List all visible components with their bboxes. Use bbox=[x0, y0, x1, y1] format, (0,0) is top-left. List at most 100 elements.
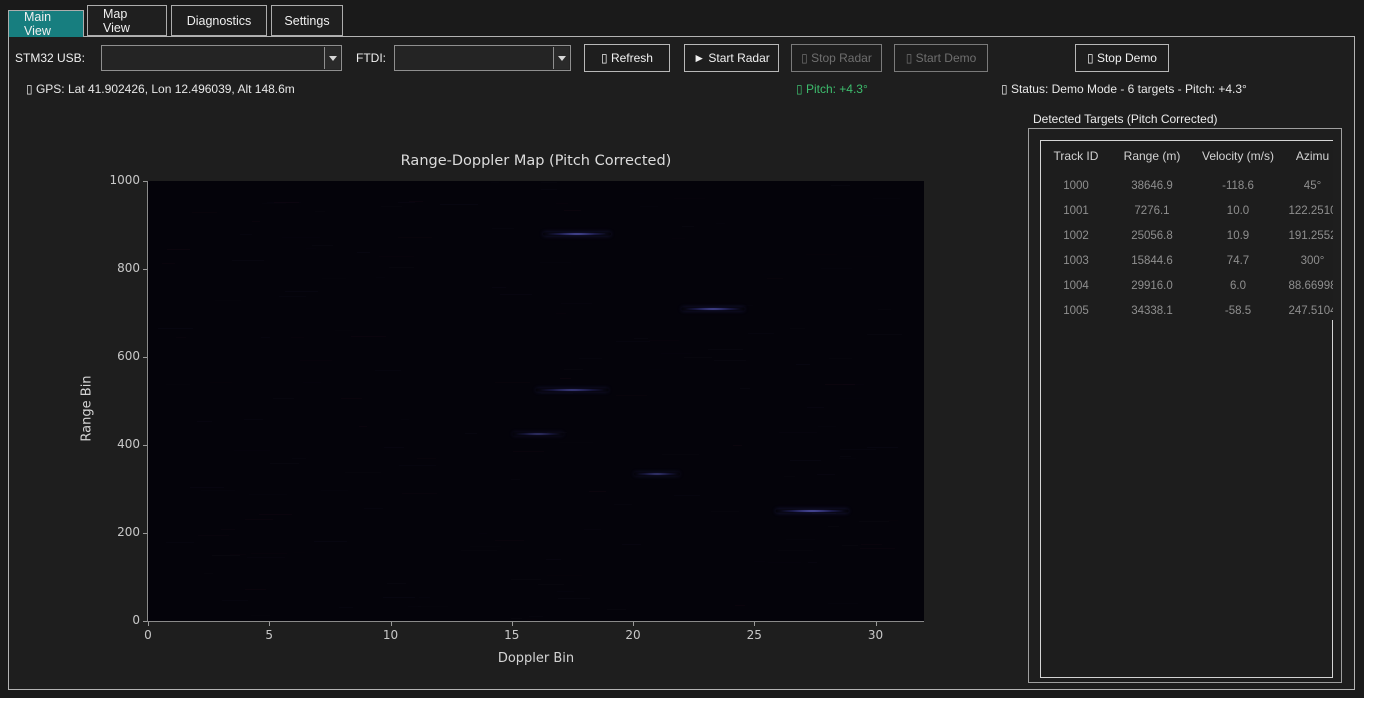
table-cell[interactable]: 10.0 bbox=[1193, 198, 1283, 223]
noise-speck bbox=[828, 526, 839, 527]
targets-table[interactable]: Track IDRange (m)Velocity (m/s)Azimu 1000… bbox=[1040, 140, 1333, 678]
stop-radar-button: ▯ Stop Radar bbox=[791, 44, 882, 72]
noise-speck bbox=[383, 597, 415, 598]
noise-speck bbox=[842, 545, 858, 546]
tab-main-view[interactable]: Main View bbox=[8, 10, 84, 37]
noise-speck bbox=[817, 474, 835, 475]
table-cell[interactable]: 38646.9 bbox=[1111, 173, 1193, 198]
noise-speck bbox=[166, 384, 190, 385]
noise-speck bbox=[240, 234, 252, 235]
table-cell[interactable]: 15844.6 bbox=[1111, 248, 1193, 273]
column-header-velocity-m-s[interactable]: Velocity (m/s) bbox=[1193, 141, 1283, 171]
noise-speck bbox=[470, 546, 501, 547]
noise-speck bbox=[399, 465, 436, 466]
noise-speck bbox=[204, 573, 214, 574]
table-cell[interactable]: 6.0 bbox=[1193, 273, 1283, 298]
table-cell[interactable]: 74.7 bbox=[1193, 248, 1283, 273]
tab-settings[interactable]: Settings bbox=[271, 5, 343, 36]
noise-speck bbox=[840, 449, 876, 450]
table-cell[interactable]: 247.5104 bbox=[1283, 298, 1333, 323]
ftdi-select[interactable] bbox=[394, 45, 571, 71]
noise-speck bbox=[541, 189, 557, 190]
noise-speck bbox=[614, 504, 632, 505]
table-cell[interactable]: 25056.8 bbox=[1111, 223, 1193, 248]
noise-speck bbox=[556, 313, 566, 314]
target-streak bbox=[536, 389, 609, 392]
ftdi-label: FTDI: bbox=[356, 51, 386, 65]
noise-speck bbox=[492, 287, 505, 288]
x-tick-mark bbox=[754, 622, 755, 626]
range-doppler-plot: Range-Doppler Map (Pitch Corrected) Dopp… bbox=[147, 181, 924, 622]
noise-speck bbox=[873, 198, 900, 199]
noise-speck bbox=[379, 256, 414, 257]
table-cell[interactable]: -58.5 bbox=[1193, 298, 1283, 323]
noise-speck bbox=[292, 458, 306, 459]
main-view-pane: STM32 USB: FTDI: ▯ Refresh► Start Radar▯… bbox=[8, 36, 1355, 690]
table-cell[interactable]: 1001 bbox=[1041, 198, 1111, 223]
x-tick-mark bbox=[876, 622, 877, 626]
noise-speck bbox=[244, 419, 263, 420]
table-cell[interactable]: 1005 bbox=[1041, 298, 1111, 323]
start-radar-button[interactable]: ► Start Radar bbox=[684, 44, 779, 72]
x-tick-mark bbox=[269, 622, 270, 626]
column-header-range-m[interactable]: Range (m) bbox=[1111, 141, 1193, 171]
table-cell[interactable]: 34338.1 bbox=[1111, 298, 1193, 323]
ftdi-dropdown-arrow-icon[interactable] bbox=[553, 47, 569, 69]
table-cell[interactable]: -118.6 bbox=[1193, 173, 1283, 198]
tab-map-view[interactable]: Map View bbox=[87, 5, 167, 36]
table-cell[interactable]: 29916.0 bbox=[1111, 273, 1193, 298]
table-cell[interactable]: 1000 bbox=[1041, 173, 1111, 198]
y-tick-mark bbox=[143, 445, 147, 446]
table-cell[interactable]: 7276.1 bbox=[1111, 198, 1193, 223]
noise-speck bbox=[279, 296, 306, 297]
noise-speck bbox=[807, 407, 825, 408]
noise-speck bbox=[546, 559, 561, 560]
noise-speck bbox=[384, 447, 404, 448]
table-cell[interactable]: 122.2510 bbox=[1283, 198, 1333, 223]
noise-speck bbox=[878, 309, 891, 310]
target-streak bbox=[513, 433, 564, 436]
noise-speck bbox=[808, 562, 818, 563]
noise-speck bbox=[790, 328, 805, 329]
noise-speck bbox=[634, 193, 644, 194]
noise-speck bbox=[341, 398, 362, 399]
noise-speck bbox=[252, 221, 260, 222]
y-tick-label: 800 bbox=[88, 261, 140, 275]
column-header-track-id[interactable]: Track ID bbox=[1041, 141, 1111, 171]
noise-speck bbox=[212, 555, 239, 556]
noise-speck bbox=[607, 609, 626, 610]
table-cell[interactable]: 88.66998 bbox=[1283, 273, 1333, 298]
stm32-dropdown-arrow-icon[interactable] bbox=[324, 47, 340, 69]
noise-speck bbox=[674, 198, 705, 199]
noise-speck bbox=[838, 398, 863, 399]
y-tick-mark bbox=[143, 533, 147, 534]
noise-speck bbox=[398, 202, 415, 203]
refresh-button[interactable]: ▯ Refresh bbox=[584, 44, 670, 72]
noise-speck bbox=[210, 382, 232, 383]
noise-speck bbox=[564, 369, 583, 370]
table-cell[interactable]: 10.9 bbox=[1193, 223, 1283, 248]
noise-speck bbox=[335, 330, 353, 331]
noise-speck bbox=[197, 421, 213, 422]
table-cell[interactable]: 191.2552 bbox=[1283, 223, 1333, 248]
noise-speck bbox=[778, 550, 813, 551]
stm32-usb-select[interactable] bbox=[101, 45, 342, 71]
table-cell[interactable]: 45° bbox=[1283, 173, 1333, 198]
noise-speck bbox=[511, 479, 520, 480]
table-scrollbar[interactable] bbox=[1332, 320, 1334, 677]
table-cell[interactable]: 1003 bbox=[1041, 248, 1111, 273]
column-header-azimu[interactable]: Azimu bbox=[1283, 141, 1333, 171]
noise-speck bbox=[398, 237, 432, 238]
noise-speck bbox=[321, 490, 348, 491]
noise-speck bbox=[829, 358, 852, 359]
noise-speck bbox=[303, 382, 322, 383]
table-cell[interactable]: 1004 bbox=[1041, 273, 1111, 298]
demo-status-text: ▯ Status: Demo Mode - 6 targets - Pitch:… bbox=[1001, 82, 1247, 96]
tab-diagnostics[interactable]: Diagnostics bbox=[171, 5, 267, 36]
noise-speck bbox=[560, 378, 571, 379]
noise-speck bbox=[547, 575, 582, 576]
table-cell[interactable]: 1002 bbox=[1041, 223, 1111, 248]
stop-demo-button[interactable]: ▯ Stop Demo bbox=[1075, 44, 1169, 72]
noise-speck bbox=[806, 254, 837, 255]
table-cell[interactable]: 300° bbox=[1283, 248, 1333, 273]
